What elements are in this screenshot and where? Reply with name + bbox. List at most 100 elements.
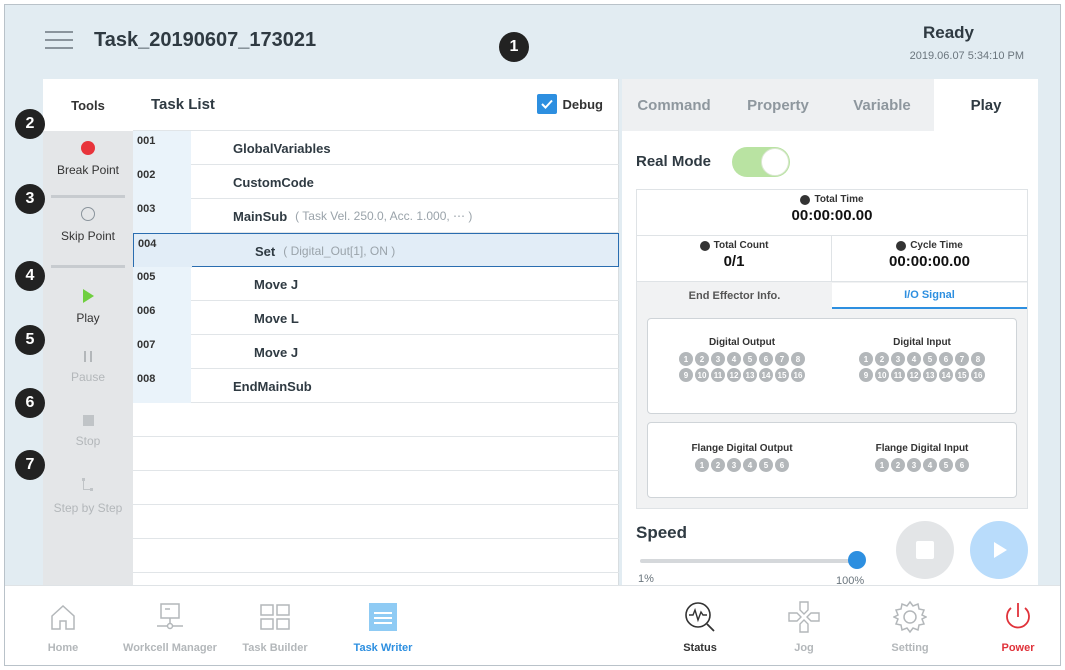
task-row[interactable]: 002 CustomCode (133, 165, 619, 199)
play-run-button[interactable] (970, 521, 1028, 579)
tab-variable[interactable]: Variable (830, 79, 934, 131)
debug-checkbox[interactable]: Debug (536, 94, 603, 114)
nav-task-builder[interactable]: Task Builder (235, 586, 315, 665)
nav-home[interactable]: Home (33, 586, 93, 665)
play-icon (994, 542, 1007, 558)
do-pin: 16 (791, 368, 805, 382)
tools-panel: Tools Break Point Skip Point Play Pause … (43, 79, 133, 589)
task-row-command: CustomCode (233, 174, 314, 190)
task-row[interactable]: 003 MainSub ( Task Vel. 250.0, Acc. 1.000… (133, 199, 619, 233)
pause-label: Pause (70, 370, 106, 384)
digital-output-group: Digital Output 1 2 3 4 5 6 7 8 9 10 11 1… (662, 337, 822, 384)
di-pin: 6 (939, 352, 953, 366)
task-row[interactable]: 006 Move L (133, 301, 619, 335)
play-icon (82, 289, 94, 303)
total-time-label: Total Time (814, 194, 864, 205)
di-pin: 16 (971, 368, 985, 382)
stop-run-button[interactable] (896, 521, 954, 579)
callout-badge-1: 1 (499, 32, 529, 62)
skip-point-button[interactable]: Skip Point (43, 207, 133, 243)
task-builder-icon (260, 604, 290, 630)
task-row-number: 008 (133, 369, 191, 403)
tab-io-signal[interactable]: I/O Signal (832, 283, 1027, 309)
di-pin: 2 (875, 352, 889, 366)
toggle-knob (761, 148, 789, 176)
fo-pin: 6 (775, 458, 789, 472)
task-row[interactable]: 007 Move J (133, 335, 619, 369)
stop-icon (916, 541, 934, 559)
fo-pin: 1 (695, 458, 709, 472)
nav-setting[interactable]: Setting (879, 586, 941, 665)
total-time-value: 00:00:00.00 (791, 207, 873, 224)
speed-label: Speed (636, 523, 688, 542)
header-bar: Task_20190607_173021 Ready 2019.06.07 5:… (5, 5, 1060, 79)
tab-property[interactable]: Property (726, 79, 830, 131)
task-row-selected[interactable]: 004 Set ( Digital_Out[1], ON ) (133, 233, 619, 268)
tab-play[interactable]: Play (934, 79, 1038, 131)
task-row-command: MainSub (233, 208, 288, 224)
nav-task-writer[interactable]: Task Writer (343, 586, 423, 665)
task-row-number: 001 (133, 131, 191, 165)
nav-task-writer-label: Task Writer (353, 642, 413, 654)
stop-button[interactable]: Stop (43, 415, 133, 448)
fi-pin: 2 (891, 458, 905, 472)
do-pin: 3 (711, 352, 725, 366)
checkbox-checked-icon (536, 94, 557, 114)
nav-status[interactable]: Status (669, 586, 731, 665)
nav-workcell-manager-label: Workcell Manager (123, 642, 217, 654)
menu-icon[interactable] (45, 29, 73, 51)
fi-pin: 3 (907, 458, 921, 472)
tab-end-effector-info[interactable]: End Effector Info. (637, 283, 832, 309)
task-row[interactable]: 001 GlobalVariables (133, 131, 619, 165)
task-row-number: 004 (134, 234, 192, 268)
task-row-command: Move L (254, 310, 299, 326)
real-mode-toggle[interactable] (732, 147, 790, 177)
nav-power[interactable]: Power (987, 586, 1049, 665)
play-button[interactable]: Play (43, 289, 133, 325)
app-screen: Task_20190607_173021 Ready 2019.06.07 5:… (4, 4, 1061, 666)
play-label: Play (76, 311, 100, 325)
clock-icon (800, 194, 811, 205)
nav-task-builder-label: Task Builder (242, 642, 308, 654)
pause-button[interactable]: Pause (43, 351, 133, 384)
nav-jog[interactable]: Jog (773, 586, 835, 665)
tab-command[interactable]: Command (622, 79, 726, 131)
panel-tabs: Command Property Variable Play (622, 79, 1038, 131)
total-count-box: Total Count 0/1 (637, 236, 832, 282)
speed-slider-track[interactable] (640, 559, 854, 563)
do-pin: 4 (727, 352, 741, 366)
tools-title: Tools (43, 79, 133, 131)
callout-badge-5: 5 (15, 325, 45, 355)
do-pin: 14 (759, 368, 773, 382)
power-icon (1006, 603, 1030, 629)
nav-setting-label: Setting (891, 642, 929, 654)
home-icon (51, 604, 75, 630)
callout-badge-3: 3 (15, 184, 45, 214)
task-row[interactable]: 005 Move J (133, 267, 619, 301)
break-point-button[interactable]: Break Point (43, 141, 133, 177)
task-list-panel: Task List Debug 001 GlobalVariables 002 … (133, 79, 619, 589)
flange-input-group: Flange Digital Input 1 2 3 4 5 6 (842, 443, 1002, 474)
fo-pin: 5 (759, 458, 773, 472)
step-icon (82, 478, 93, 491)
task-row[interactable]: 008 EndMainSub (133, 369, 619, 403)
do-pin: 8 (791, 352, 805, 366)
nav-workcell-manager[interactable]: Workcell Manager (115, 586, 225, 665)
play-info-box: Total Time 00:00:00.00 Total Count 0/1 C… (636, 189, 1028, 509)
step-by-step-button[interactable]: Step by Step (43, 477, 133, 515)
pause-icon (84, 351, 92, 362)
skip-point-icon (81, 207, 95, 221)
cycle-icon (896, 240, 907, 251)
cycle-time-label: Cycle Time (910, 240, 963, 251)
flange-output-label: Flange Digital Output (691, 443, 793, 454)
di-pin: 9 (859, 368, 873, 382)
do-pin: 12 (727, 368, 741, 382)
nav-home-label: Home (47, 642, 79, 654)
do-pin: 5 (743, 352, 757, 366)
cycle-time-value: 00:00:00.00 (889, 253, 970, 270)
task-row-command: GlobalVariables (233, 140, 331, 156)
task-row-command: Move J (254, 276, 299, 292)
task-row-number: 003 (133, 199, 191, 233)
speed-slider-handle[interactable] (848, 551, 866, 569)
task-row-number: 005 (133, 267, 191, 301)
